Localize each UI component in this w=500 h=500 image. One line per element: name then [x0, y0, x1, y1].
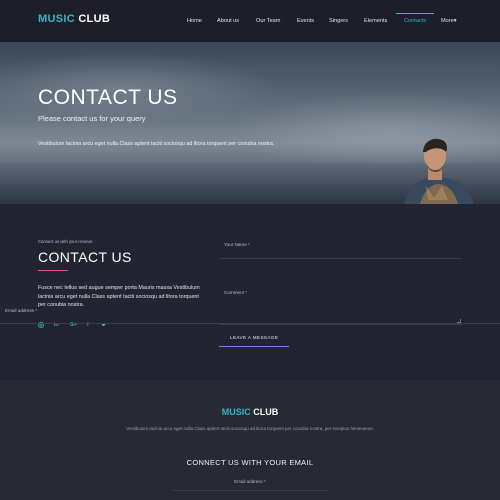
nav-more-dropdown[interactable]: More▾ — [441, 18, 457, 24]
footer-logo[interactable]: MUSIC CLUB — [0, 407, 500, 417]
comment-placeholder: Comment * — [224, 290, 247, 295]
newsletter-input-underline — [172, 490, 328, 491]
contact-title: CONTACT US — [38, 249, 132, 265]
hero-banner: CONTACT US Please contact us for your qu… — [0, 42, 500, 204]
footer-logo-part-2: CLUB — [253, 407, 279, 417]
logo-part-2: CLUB — [78, 13, 111, 25]
nav-singers[interactable]: Singers — [329, 18, 348, 24]
nav-events[interactable]: Events — [297, 18, 314, 24]
contact-section: Connect us with your reviews CONTACT US … — [0, 204, 500, 380]
footer-description: Vestibulum lacinia arcu eget nulla Class… — [126, 426, 374, 431]
resize-handle-icon[interactable] — [457, 319, 461, 323]
name-field[interactable]: Your Name * — [219, 238, 462, 259]
newsletter-heading: CONNECT US WITH YOUR EMAIL — [186, 458, 314, 467]
man-portrait-image — [404, 138, 474, 204]
hero-description: Vestibulum lacinia arcu eget nulla.Class… — [38, 141, 275, 147]
nav-about-us[interactable]: About us — [217, 18, 239, 24]
hero-title: CONTACT US — [38, 86, 178, 109]
leave-message-button[interactable]: LEAVE A MESSAGE — [219, 329, 289, 347]
email-placeholder: Email address * — [5, 308, 38, 313]
nav-elements[interactable]: Elements — [364, 18, 387, 24]
nav-our-team[interactable]: Our Team — [256, 18, 280, 24]
nav-contacts[interactable]: Contacts — [404, 18, 426, 24]
top-navigation: MUSIC CLUB Home About us Our Team Events… — [0, 0, 500, 42]
comment-textarea[interactable]: Comment * — [219, 285, 462, 325]
title-underline — [38, 270, 68, 271]
logo[interactable]: MUSIC CLUB — [38, 13, 110, 25]
footer: MUSIC CLUB Vestibulum lacinia arcu eget … — [0, 380, 500, 500]
name-placeholder: Your Name * — [224, 242, 250, 247]
hero-subtitle: Please contact us for your query — [38, 114, 146, 123]
section-eyebrow: Connect us with your reviews — [38, 239, 93, 244]
active-nav-indicator — [396, 13, 434, 14]
nav-home[interactable]: Home — [187, 18, 202, 24]
footer-logo-part-1: MUSIC — [221, 407, 251, 417]
logo-part-1: MUSIC — [38, 13, 75, 25]
